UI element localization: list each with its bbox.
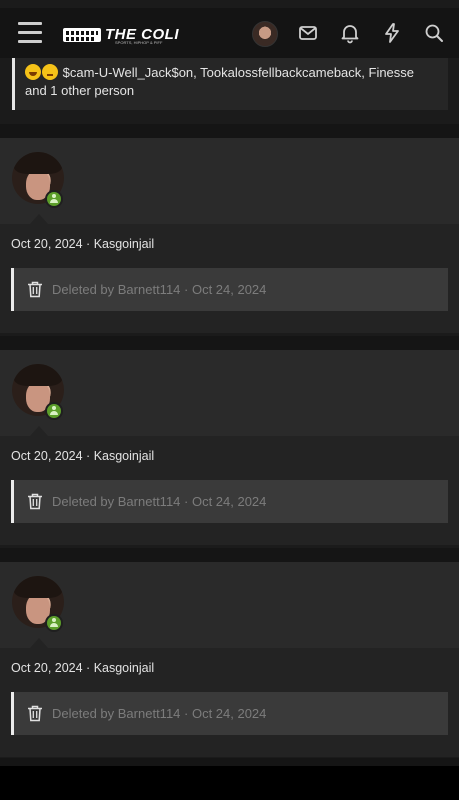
post-separator: [0, 758, 459, 766]
post-author[interactable]: Kasgoinjail: [94, 449, 154, 463]
user-avatar[interactable]: [252, 21, 278, 47]
post-meta: Oct 20, 2024 · Kasgoinjail: [11, 449, 155, 463]
user-online-icon: [45, 402, 63, 420]
post-date[interactable]: Oct 20, 2024: [11, 237, 83, 251]
reactions-summary[interactable]: $cam-U-Well_Jack$on, Tookalossfellbackca…: [12, 58, 448, 110]
post-pointer: [30, 426, 48, 436]
user-online-icon: [45, 614, 63, 632]
top-navigation-bar: THE COLI SPORTS, HIPHOP & PIFF: [0, 8, 459, 58]
user-online-icon: [45, 190, 63, 208]
post-date[interactable]: Oct 20, 2024: [11, 661, 83, 675]
post-meta: Oct 20, 2024 · Kasgoinjail: [11, 237, 155, 251]
post: Oct 20, 2024 · Kasgoinjail Deleted by Ba…: [0, 562, 459, 757]
bolt-icon[interactable]: [380, 21, 404, 45]
post-pointer: [30, 638, 48, 648]
post-meta: Oct 20, 2024 · Kasgoinjail: [11, 661, 155, 675]
post-header: [0, 138, 459, 224]
post-body: Oct 20, 2024 · Kasgoinjail Deleted by Ba…: [0, 648, 459, 757]
post-header: [0, 350, 459, 436]
post-pointer: [30, 214, 48, 224]
deleted-text: Deleted by Barnett114 · Oct 24, 2024: [52, 706, 267, 721]
deleted-notice[interactable]: Deleted by Barnett114 · Oct 24, 2024: [11, 268, 448, 311]
trash-icon: [28, 493, 42, 510]
post-author[interactable]: Kasgoinjail: [94, 237, 154, 251]
bell-icon[interactable]: [338, 21, 362, 45]
post-body: Oct 20, 2024 · Kasgoinjail Deleted by Ba…: [0, 224, 459, 333]
deleted-text: Deleted by Barnett114 · Oct 24, 2024: [52, 494, 267, 509]
post: Oct 20, 2024 · Kasgoinjail Deleted by Ba…: [0, 350, 459, 545]
search-icon[interactable]: [422, 21, 446, 45]
deleted-notice[interactable]: Deleted by Barnett114 · Oct 24, 2024: [11, 480, 448, 523]
bottom-bar: [0, 766, 459, 800]
post-author[interactable]: Kasgoinjail: [94, 661, 154, 675]
laughing-emoji-icon: [25, 64, 41, 80]
colosseum-logo-icon: [63, 28, 101, 42]
post: Oct 20, 2024 · Kasgoinjail Deleted by Ba…: [0, 138, 459, 333]
sad-emoji-icon: [42, 64, 58, 80]
logo-tagline: SPORTS, HIPHOP & PIFF: [115, 40, 163, 45]
deleted-text: Deleted by Barnett114 · Oct 24, 2024: [52, 282, 267, 297]
post-separator: [0, 336, 459, 350]
post-header: [0, 562, 459, 648]
reactions-list[interactable]: $cam-U-Well_Jack$on, Tookalossfellbackca…: [25, 65, 414, 98]
post-date[interactable]: Oct 20, 2024: [11, 449, 83, 463]
post-body: Oct 20, 2024 · Kasgoinjail Deleted by Ba…: [0, 436, 459, 545]
site-logo[interactable]: THE COLI SPORTS, HIPHOP & PIFF: [63, 21, 179, 47]
trash-icon: [28, 705, 42, 722]
post-separator: [0, 124, 459, 138]
deleted-notice[interactable]: Deleted by Barnett114 · Oct 24, 2024: [11, 692, 448, 735]
post-separator: [0, 548, 459, 562]
menu-icon[interactable]: [18, 22, 42, 44]
envelope-icon[interactable]: [296, 21, 320, 45]
trash-icon: [28, 281, 42, 298]
